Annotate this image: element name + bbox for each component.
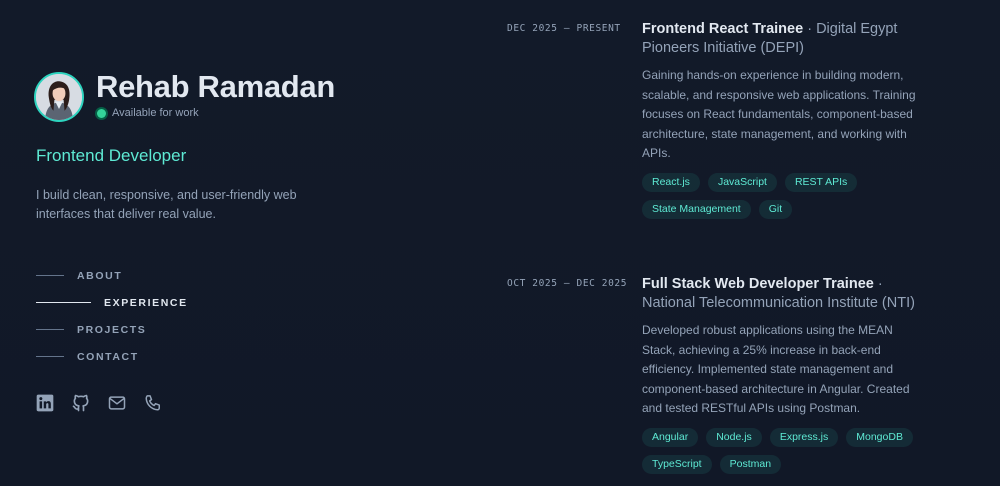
experience-title[interactable]: Frontend React Trainee · Digital Egypt P… xyxy=(642,20,927,58)
tech-tags: React.js JavaScript REST APIs State Mana… xyxy=(642,172,932,227)
nav-item-label: PROJECTS xyxy=(77,323,147,336)
experience-role: Frontend React Trainee xyxy=(642,21,804,37)
experience-body: Frontend React Trainee · Digital Egypt P… xyxy=(642,20,927,227)
tech-tag: JavaScript xyxy=(707,172,777,192)
experience-description: Developed robust applications using the … xyxy=(642,323,910,415)
profile-tagline: I build clean, responsive, and user-frie… xyxy=(36,188,297,221)
nav-item-label: CONTACT xyxy=(77,350,139,363)
experience-description: Gaining hands-on experience in building … xyxy=(642,68,916,160)
nav-item-label: ABOUT xyxy=(77,269,123,282)
section-nav: ABOUT EXPERIENCE PROJECTS CONTACT xyxy=(36,262,188,370)
availability-label: Available for work xyxy=(112,107,199,119)
tech-tag: Node.js xyxy=(706,427,762,447)
tech-tag: Git xyxy=(758,199,793,219)
nav-item-contact[interactable]: CONTACT xyxy=(36,343,188,370)
portfolio-page: Rehab Ramadan Available for work Fronten… xyxy=(0,0,1000,486)
experience-date: DEC 2025 — PRESENT xyxy=(507,23,621,34)
tech-tag: Angular xyxy=(642,427,699,447)
experience-role: Full Stack Web Developer Trainee xyxy=(642,276,874,292)
experience-body: Full Stack Web Developer Trainee · Natio… xyxy=(642,275,927,482)
nav-item-about[interactable]: ABOUT xyxy=(36,262,188,289)
phone-icon[interactable] xyxy=(143,393,163,413)
avatar xyxy=(34,72,84,122)
mail-icon[interactable] xyxy=(107,393,127,413)
availability-status: Available for work xyxy=(96,107,335,119)
nav-indicator-line xyxy=(36,302,91,303)
nav-indicator-line xyxy=(36,329,64,330)
name-block: Rehab Ramadan Available for work xyxy=(96,69,335,119)
tech-tag: State Management xyxy=(642,199,751,219)
nav-item-experience[interactable]: EXPERIENCE xyxy=(36,289,188,316)
status-dot-icon xyxy=(97,108,106,118)
tech-tags: Angular Node.js Express.js MongoDB TypeS… xyxy=(642,427,932,482)
tech-tag: React.js xyxy=(642,172,700,192)
nav-item-projects[interactable]: PROJECTS xyxy=(36,316,188,343)
tech-tag: MongoDB xyxy=(846,427,913,447)
profile-name: Rehab Ramadan xyxy=(96,69,335,104)
experience-company: National Telecommunication Institute (NT… xyxy=(642,295,915,311)
experience-date: OCT 2025 — DEC 2025 xyxy=(507,278,628,289)
linkedin-icon[interactable] xyxy=(35,393,55,413)
nav-item-label: EXPERIENCE xyxy=(104,296,188,309)
profile-role: Frontend Developer xyxy=(36,146,187,165)
github-icon[interactable] xyxy=(71,393,91,413)
tech-tag: TypeScript xyxy=(642,454,712,474)
social-links xyxy=(35,393,179,413)
tech-tag: Express.js xyxy=(769,427,839,447)
nav-indicator-line xyxy=(36,356,64,357)
title-separator: · xyxy=(877,276,883,292)
nav-indicator-line xyxy=(36,275,64,276)
experience-title[interactable]: Full Stack Web Developer Trainee · Natio… xyxy=(642,275,927,313)
profile-header: Rehab Ramadan Available for work xyxy=(34,69,335,122)
tech-tag: REST APIs xyxy=(784,172,858,192)
tech-tag: Postman xyxy=(719,454,782,474)
title-separator: · xyxy=(807,21,813,37)
